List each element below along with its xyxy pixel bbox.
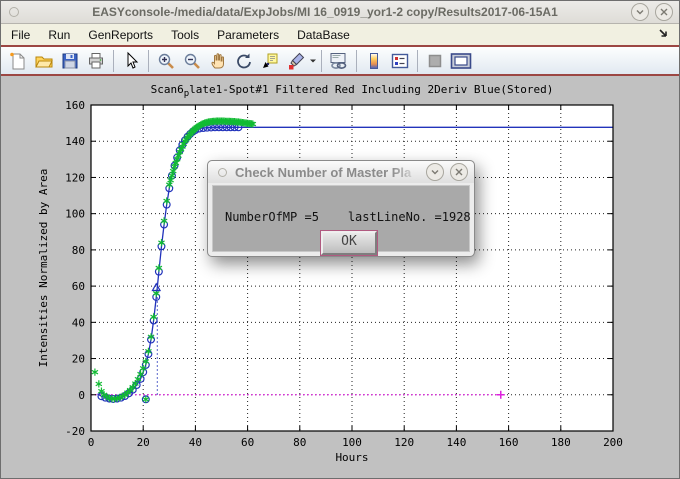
close-icon: [454, 167, 464, 177]
zoom-out-button[interactable]: [180, 49, 204, 73]
dialog-shade-button[interactable]: [426, 163, 444, 181]
colorbar-icon: [364, 51, 384, 71]
toolbar-separator: [113, 50, 114, 72]
menu-item-parameters[interactable]: Parameters: [217, 28, 279, 42]
window-shade-button[interactable]: [631, 3, 649, 21]
figure-canvas: 020406080100120140160180200-200204060801…: [1, 76, 679, 476]
svg-text:100: 100: [65, 208, 85, 221]
dialog-message: NumberOfMP =5 lastLineNo. =1928: [225, 210, 471, 224]
svg-text:120: 120: [394, 436, 414, 449]
dock-arrow-icon[interactable]: [657, 27, 671, 46]
zoom-in-button[interactable]: [154, 49, 178, 73]
check-number-dialog[interactable]: Check Number of Master Pla NumberOfMP =5…: [207, 160, 475, 257]
zoom-in-icon: [156, 51, 176, 71]
datatip-icon: [260, 51, 280, 71]
svg-text:100: 100: [342, 436, 362, 449]
datatip-button[interactable]: [258, 49, 282, 73]
zoom-out-icon: [182, 51, 202, 71]
disabled-square-icon: [425, 51, 445, 71]
print-button[interactable]: [84, 49, 108, 73]
svg-text:40: 40: [189, 436, 202, 449]
app-window: EASYconsole-/media/data/ExpJobs/MI 16_09…: [0, 0, 680, 479]
brush-dropdown-button[interactable]: [309, 49, 317, 73]
svg-text:20: 20: [72, 353, 85, 366]
menu-item-file[interactable]: File: [11, 28, 30, 42]
svg-text:60: 60: [72, 280, 85, 293]
svg-text:180: 180: [551, 436, 571, 449]
svg-text:160: 160: [65, 99, 85, 112]
insert-colorbar-button[interactable]: [362, 49, 386, 73]
window-close-button[interactable]: [655, 3, 673, 21]
svg-text:-20: -20: [65, 425, 85, 438]
open-folder-icon: [34, 51, 54, 71]
toolbar-separator: [148, 50, 149, 72]
window-titlebar[interactable]: EASYconsole-/media/data/ExpJobs/MI 16_09…: [1, 1, 679, 24]
menu-item-database[interactable]: DataBase: [297, 28, 350, 42]
rotate-icon: [234, 51, 254, 71]
open-file-button[interactable]: [32, 49, 56, 73]
menu-item-tools[interactable]: Tools: [171, 28, 199, 42]
svg-text:Hours: Hours: [335, 451, 368, 464]
toolbar-separator: [321, 50, 322, 72]
pointer-tool-button[interactable]: [119, 49, 143, 73]
pan-hand-icon: [208, 51, 228, 71]
disabled-tool-button: [423, 49, 447, 73]
new-file-button[interactable]: [6, 49, 30, 73]
toolbar-separator: [356, 50, 357, 72]
dialog-body: NumberOfMP =5 lastLineNo. =1928 OK: [212, 185, 470, 252]
chevron-down-icon: [430, 167, 440, 177]
brush-icon: [286, 51, 306, 71]
svg-text:80: 80: [293, 436, 306, 449]
svg-text:60: 60: [241, 436, 254, 449]
dialog-titlebar[interactable]: Check Number of Master Pla: [208, 161, 474, 183]
brush-button[interactable]: [284, 49, 308, 73]
menu-item-run[interactable]: Run: [48, 28, 70, 42]
menu-items: File Run GenReports Tools Parameters DataBase: [11, 26, 368, 44]
svg-text:140: 140: [446, 436, 466, 449]
svg-text:0: 0: [78, 389, 85, 402]
toolbar-separator: [417, 50, 418, 72]
dialog-menu-icon[interactable]: [218, 168, 227, 177]
new-file-icon: [8, 51, 28, 71]
dialog-close-button[interactable]: [450, 163, 468, 181]
svg-text:Scan6plate1-Spot#1 Filtered Re: Scan6plate1-Spot#1 Filtered Red Includin…: [151, 83, 554, 99]
menubar: File Run GenReports Tools Parameters DataBase: [1, 24, 679, 47]
svg-text:20: 20: [137, 436, 150, 449]
plot-axes[interactable]: 020406080100120140160180200-200204060801…: [1, 76, 680, 476]
pointer-icon: [121, 51, 141, 71]
svg-text:80: 80: [72, 244, 85, 257]
pan-button[interactable]: [206, 49, 230, 73]
axes-window-icon: [449, 51, 473, 71]
rotate-button[interactable]: [232, 49, 256, 73]
save-icon: [60, 51, 80, 71]
svg-text:140: 140: [65, 135, 85, 148]
dropdown-caret-icon: [309, 58, 317, 64]
chevron-down-icon: [635, 7, 645, 17]
ok-button[interactable]: OK: [321, 231, 377, 255]
menu-item-genreports[interactable]: GenReports: [88, 28, 153, 42]
link-icon: [328, 51, 350, 71]
link-plot-button[interactable]: [327, 49, 351, 73]
window-title: EASYconsole-/media/data/ExpJobs/MI 16_09…: [19, 5, 631, 19]
legend-icon: [390, 51, 410, 71]
toolbar: [1, 47, 679, 76]
svg-text:200: 200: [603, 436, 623, 449]
save-button[interactable]: [58, 49, 82, 73]
window-menu-icon[interactable]: [9, 7, 19, 17]
svg-text:160: 160: [499, 436, 519, 449]
svg-text:0: 0: [88, 436, 95, 449]
close-icon: [659, 7, 669, 17]
axes-window-button[interactable]: [449, 49, 473, 73]
svg-text:120: 120: [65, 171, 85, 184]
svg-text:Intensities Normalized by Area: Intensities Normalized by Area: [37, 169, 50, 368]
dialog-title: Check Number of Master Pla: [235, 165, 426, 180]
insert-legend-button[interactable]: [388, 49, 412, 73]
svg-text:40: 40: [72, 316, 85, 329]
print-icon: [86, 51, 106, 71]
